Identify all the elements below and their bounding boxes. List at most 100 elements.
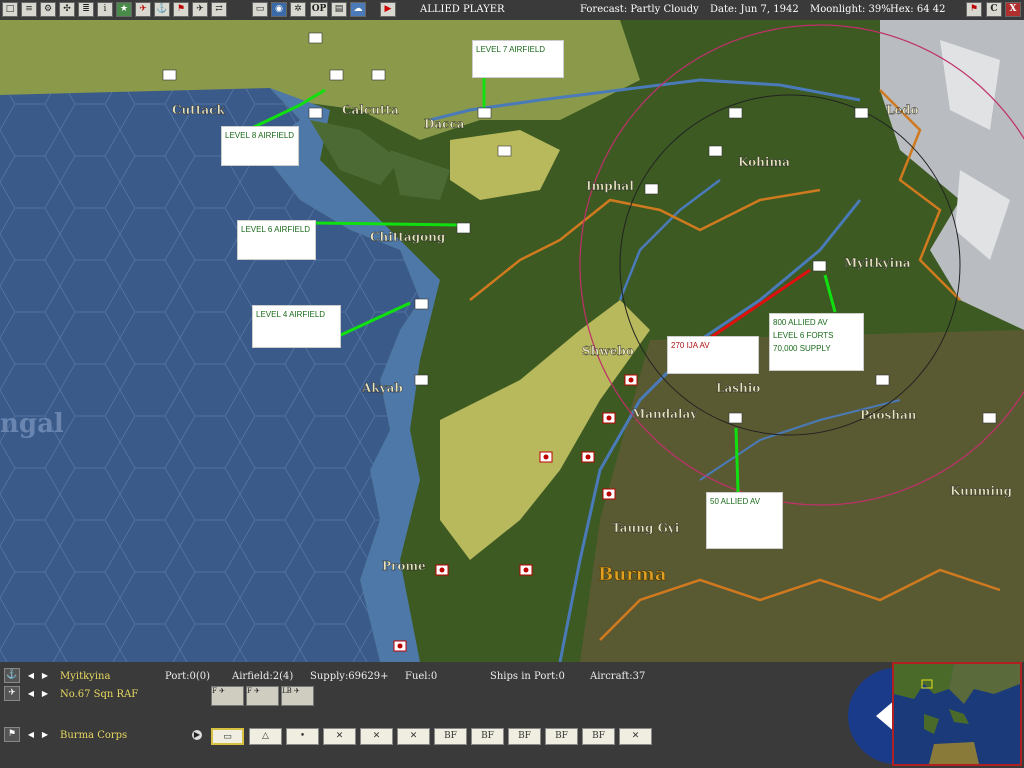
ground-unit-box[interactable]: ✕: [619, 728, 652, 745]
annotation-level6: LEVEL 6 AIRFIELD: [237, 220, 316, 260]
unit-type: BF: [592, 731, 605, 741]
air-unit-icon[interactable]: ✈: [4, 686, 20, 701]
list-icon[interactable]: ≣: [78, 2, 94, 17]
annotation-level4: LEVEL 4 AIRFIELD: [252, 305, 341, 348]
cloud-icon[interactable]: ☁: [350, 2, 366, 17]
gear-icon[interactable]: ✣: [59, 2, 75, 17]
city-label: Akyab: [361, 381, 403, 395]
city-label: Kunming: [950, 484, 1013, 498]
city-label: Prome: [382, 559, 426, 573]
allied-av-label: 800 ALLIED AV: [773, 318, 828, 327]
city-label: Calcutta: [342, 103, 399, 117]
swap-icon[interactable]: ⇄: [211, 2, 227, 17]
air-unit-fighter[interactable]: F ✈: [211, 686, 244, 706]
air-unit-type: F: [247, 687, 252, 695]
supply-label: 70,000 SUPPLY: [773, 344, 831, 353]
ground-unit-box[interactable]: ✕: [323, 728, 356, 745]
unit-type: BF: [444, 731, 457, 741]
annotation-ija: 270 IJA AV: [667, 336, 759, 374]
fuel-value: Fuel:0: [405, 671, 438, 682]
ground-unit-box[interactable]: BF: [508, 728, 541, 745]
close-button[interactable]: C: [986, 2, 1002, 17]
globe-icon[interactable]: ◉: [271, 2, 287, 17]
base-name[interactable]: Myitkyina: [60, 671, 110, 682]
aircraft-icon[interactable]: ✈: [192, 2, 208, 17]
city-label: Mandalay: [632, 407, 698, 421]
city-label: Paoshan: [860, 408, 917, 422]
ground-unit-box[interactable]: ▭: [211, 728, 244, 745]
info-icon[interactable]: i: [97, 2, 113, 17]
ground-unit-box[interactable]: △: [249, 728, 282, 745]
ground-icon[interactable]: ▭: [252, 2, 268, 17]
prev-squadron-icon[interactable]: ◀: [26, 689, 36, 699]
ground-unit-box[interactable]: BF: [471, 728, 504, 745]
new-icon[interactable]: □: [2, 2, 18, 17]
annotation-level7: LEVEL 7 AIRFIELD: [472, 40, 564, 78]
prev-ground-icon[interactable]: ◀: [26, 730, 36, 740]
ground-unit-box[interactable]: ✕: [360, 728, 393, 745]
report-icon[interactable]: ▤: [331, 2, 347, 17]
op-button[interactable]: OP: [310, 2, 328, 17]
minimap-canvas[interactable]: [894, 664, 1020, 764]
ground-unit-box[interactable]: BF: [434, 728, 467, 745]
city-label: Imphal: [586, 179, 634, 193]
ground-unit-box[interactable]: BF: [545, 728, 578, 745]
play-icon[interactable]: ▶: [192, 730, 202, 740]
map-canvas[interactable]: Cuttack Calcutta Dacca Ledo Kohima Impha…: [0, 20, 1024, 662]
ground-unit-flag-icon[interactable]: ⚑: [4, 727, 20, 742]
city-label: Ledo: [886, 103, 918, 117]
squadron-name[interactable]: No.67 Sqn RAF: [60, 689, 138, 700]
port-value: Port:0(0): [165, 671, 211, 682]
forecast-label: Forecast: Partly Cloudy: [580, 4, 699, 15]
ground-unit-box[interactable]: BF: [582, 728, 615, 745]
top-toolbar: □ ≡ ⚙ ✣ ≣ i ★ ✈ ⚓ ⚑ ✈ ⇄ ▭ ◉ ✲ OP ▤ ☁ ▶ A…: [0, 0, 1024, 21]
star-icon[interactable]: ★: [116, 2, 132, 17]
next-squadron-icon[interactable]: ▶: [40, 689, 50, 699]
airfield-value: Airfield:2(4): [232, 671, 294, 682]
nationality-emblem: [848, 668, 894, 764]
exit-button[interactable]: X: [1005, 2, 1021, 17]
region-label: Burma: [598, 564, 667, 585]
forts-label: LEVEL 6 FORTS: [773, 331, 834, 340]
city-label: Shwebo: [582, 344, 634, 358]
anchor-icon[interactable]: ⚓: [4, 668, 20, 683]
cog-icon[interactable]: ✲: [290, 2, 306, 17]
hex-label: Hex: 64 42: [890, 4, 946, 15]
player-label: ALLIED PLAYER: [420, 4, 505, 15]
aircraft-value: Aircraft:37: [590, 671, 646, 682]
annotation-lashio: 50 ALLIED AV: [706, 492, 783, 549]
ship-icon[interactable]: ⚓: [154, 2, 170, 17]
ground-unit-box[interactable]: ✕: [397, 728, 430, 745]
ground-unit-name[interactable]: Burma Corps: [60, 730, 127, 741]
air-unit-bomber[interactable]: LB ✈: [281, 686, 314, 706]
settings-icon[interactable]: ⚙: [40, 2, 56, 17]
unit-type: BF: [481, 731, 494, 741]
city-label: Cuttack: [172, 103, 225, 117]
flag-icon[interactable]: ⚑: [173, 2, 189, 17]
next-ground-icon[interactable]: ▶: [40, 730, 50, 740]
play-turn-icon[interactable]: ▶: [380, 2, 396, 17]
prev-base-icon[interactable]: ◀: [26, 671, 36, 681]
unit-type: BF: [555, 731, 568, 741]
document-icon[interactable]: ≡: [21, 2, 37, 17]
air-unit-fighter[interactable]: F ✈: [246, 686, 279, 706]
air-unit-type: LB: [282, 687, 292, 695]
next-base-icon[interactable]: ▶: [40, 671, 50, 681]
air-unit-type: F: [212, 687, 217, 695]
sea-label: ngal: [0, 409, 64, 439]
moonlight-label: Moonlight: 39%: [810, 4, 891, 15]
annotation-myitkyina: 800 ALLIED AV LEVEL 6 FORTS 70,000 SUPPL…: [769, 313, 864, 371]
minimap[interactable]: [892, 662, 1022, 766]
ships-value: Ships in Port:0: [490, 671, 565, 682]
supply-value: Supply:69629+: [310, 671, 389, 682]
unit-type: BF: [518, 731, 531, 741]
annotation-level8: LEVEL 8 AIRFIELD: [221, 126, 299, 166]
date-label: Date: Jun 7, 1942: [710, 4, 799, 15]
ground-unit-box[interactable]: •: [286, 728, 319, 745]
city-label: Dacca: [424, 117, 465, 131]
flag-toggle-icon[interactable]: ⚑: [966, 2, 982, 17]
city-label: Taung Gyi: [612, 521, 680, 535]
plane-icon[interactable]: ✈: [135, 2, 151, 17]
city-label: Kohima: [738, 155, 790, 169]
game-map[interactable]: Cuttack Calcutta Dacca Ledo Kohima Impha…: [0, 20, 1024, 662]
